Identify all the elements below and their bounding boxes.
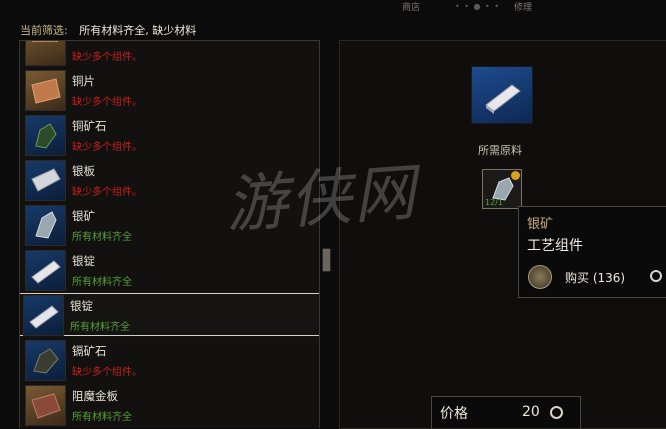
item-status: 缺少多个组件。	[72, 367, 142, 378]
item-status: 缺少多个组件。	[72, 97, 142, 108]
item-name: 银锭	[70, 299, 93, 313]
filter-bar[interactable]: 当前筛选: 所有材料齐全, 缺少材料	[20, 22, 196, 38]
watermark: 游侠网	[223, 155, 420, 242]
list-item[interactable]: 镉矿石缺少多个组件。	[20, 337, 319, 382]
item-status: 所有材料齐全	[70, 322, 130, 333]
item-name: 阻魔金板	[72, 389, 118, 403]
slot-count: 12/1	[485, 198, 503, 207]
item-status: 所有材料齐全	[72, 232, 132, 243]
dimeritium-plate-icon	[25, 385, 66, 426]
silver-ore-icon	[25, 205, 66, 246]
list-item[interactable]: 缺少多个组件。	[20, 41, 319, 67]
buy-button-icon[interactable]	[528, 265, 552, 289]
scrollbar-thumb[interactable]	[322, 248, 331, 272]
tooltip-subtitle: 工艺组件	[527, 238, 583, 254]
price-label: 价格	[440, 406, 468, 422]
copper-ore-icon	[25, 115, 66, 156]
list-item[interactable]: 银锭 所有材料齐全	[20, 292, 319, 337]
silver-ingot-icon	[23, 295, 64, 336]
item-status: 缺少多个组件。	[72, 187, 142, 198]
item-status: 所有材料齐全	[72, 277, 132, 288]
item-name: 银矿	[72, 209, 95, 223]
item-name: 镉矿石	[72, 344, 107, 358]
required-materials-label: 所需原料	[478, 144, 522, 157]
list-item[interactable]: 铜片 缺少多个组件。	[20, 67, 319, 112]
top-bar: 商店 • • ● • • 修理	[0, 0, 666, 14]
page-dots: • • ● • •	[455, 2, 501, 11]
partial-item-icon	[25, 41, 66, 66]
item-name: 铜片	[72, 74, 95, 88]
cadmium-ore-icon	[25, 340, 66, 381]
list-item[interactable]: 银锭 所有材料齐全	[20, 247, 319, 292]
filter-label: 当前筛选:	[20, 24, 68, 37]
coin-icon	[650, 270, 662, 282]
price-box: 价格 20	[431, 396, 581, 428]
silver-plate-icon	[25, 160, 66, 201]
list-item[interactable]: 阻魔金板所有材料齐全	[20, 382, 319, 427]
silver-ingot-large-icon	[471, 66, 533, 124]
item-tooltip: 银矿 工艺组件 购买 (136)	[518, 206, 666, 298]
buy-label[interactable]: 购买 (136)	[565, 269, 625, 286]
coin-icon	[550, 406, 563, 419]
price-value: 20	[522, 404, 540, 420]
copper-sheet-icon	[25, 70, 66, 111]
item-status: 缺少多个组件。	[72, 142, 142, 153]
material-slot[interactable]: 12/1	[482, 169, 522, 209]
item-name: 铜矿石	[72, 119, 107, 133]
item-name: 银板	[72, 164, 95, 178]
silver-ingot-icon	[25, 250, 66, 291]
item-status: 所有材料齐全	[72, 412, 132, 423]
item-name: 银锭	[72, 254, 95, 268]
available-check-icon	[511, 171, 520, 180]
item-status: 缺少多个组件。	[72, 52, 142, 63]
tab-repair[interactable]: 修理	[514, 0, 532, 13]
tab-shop[interactable]: 商店	[402, 0, 420, 13]
filter-value: 所有材料齐全, 缺少材料	[79, 24, 197, 37]
tooltip-title: 银矿	[527, 217, 554, 232]
